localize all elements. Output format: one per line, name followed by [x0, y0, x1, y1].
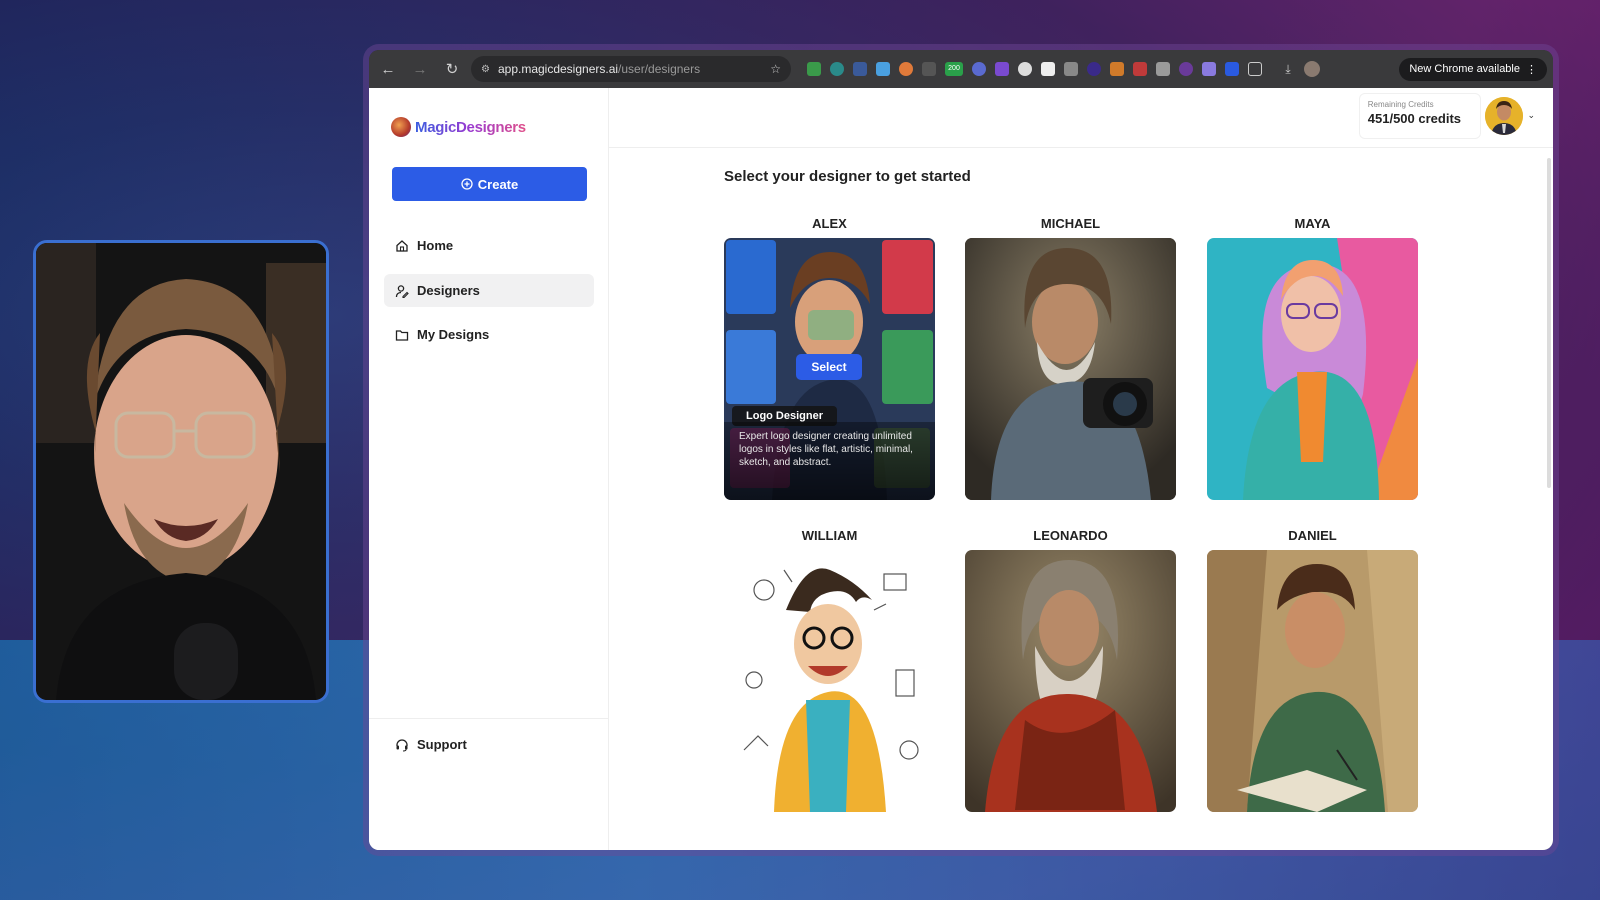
headset-icon [396, 738, 408, 752]
sidebar-item-my-designs[interactable]: My Designs [384, 318, 594, 351]
designer-card-leonardo[interactable]: LEONARDO [965, 528, 1176, 812]
designer-name: ALEX [812, 216, 847, 231]
logo-text: MagicDesigners [415, 118, 526, 136]
extension-icon[interactable] [853, 62, 867, 76]
designer-card-michael[interactable]: MICHAEL [965, 216, 1176, 500]
profile-avatar-icon[interactable] [1304, 61, 1320, 77]
download-icon[interactable]: ⤓ [1281, 62, 1295, 76]
page-scrollbar[interactable] [1547, 158, 1551, 488]
extension-icon[interactable] [1225, 62, 1239, 76]
designer-card-daniel[interactable]: DANIEL [1207, 528, 1418, 812]
credits-value: 451/500 credits [1367, 111, 1461, 126]
designers-icon [395, 284, 409, 298]
designer-portrait[interactable]: Select Logo Designer Expert logo designe… [724, 238, 935, 500]
sidebar-item-label: My Designs [417, 327, 490, 342]
credits-label: Remaining Credits [1367, 100, 1434, 109]
chevron-down-icon[interactable]: ⌄ [1527, 110, 1535, 121]
extension-icon[interactable] [1064, 62, 1078, 76]
designer-name: WILLIAM [801, 528, 858, 543]
browser-toolbar: ← → ↻ ⚙ app.magicdesigners.ai/user/desig… [369, 50, 1553, 88]
sidebar-item-label: Designers [417, 283, 480, 298]
sidebar-divider [369, 718, 609, 719]
designer-portrait[interactable] [1207, 238, 1418, 500]
extension-icon[interactable] [1087, 62, 1101, 76]
designer-card-alex[interactable]: ALEX Select Logo Designer Expert logo de… [724, 216, 935, 500]
extension-icon[interactable] [972, 62, 986, 76]
new-chrome-label: New Chrome available [1409, 63, 1520, 75]
puzzle-icon[interactable] [1248, 62, 1262, 76]
extension-icon[interactable] [899, 62, 913, 76]
designer-card-maya[interactable]: MAYA [1207, 216, 1418, 500]
browser-window: ← → ↻ ⚙ app.magicdesigners.ai/user/desig… [369, 50, 1553, 850]
extension-badge-icon[interactable]: 200 [945, 62, 963, 76]
url-domain: app.magicdesigners.ai [497, 62, 619, 76]
logo-mark-icon [391, 117, 411, 137]
folder-icon [395, 329, 409, 341]
designer-name: LEONARDO [1033, 528, 1108, 543]
back-icon[interactable]: ← [375, 56, 401, 82]
user-avatar[interactable] [1485, 97, 1523, 135]
web-page: MagicDesigners Create Home Designers My … [369, 88, 1553, 850]
extension-icon[interactable] [1202, 62, 1216, 76]
site-settings-icon[interactable]: ⚙ [481, 64, 490, 75]
support-label: Support [417, 737, 467, 752]
designer-portrait[interactable] [1207, 550, 1418, 812]
extension-icon[interactable] [1156, 62, 1170, 76]
sidebar-item-designers[interactable]: Designers [384, 274, 594, 307]
extension-icon[interactable] [1018, 62, 1032, 76]
home-icon [396, 239, 408, 252]
extension-icon[interactable] [1110, 62, 1124, 76]
top-header: Remaining Credits 451/500 credits ⌄ [609, 88, 1553, 148]
select-button[interactable]: Select [796, 354, 862, 380]
extension-icon[interactable] [1133, 62, 1147, 76]
designer-description: Expert logo designer creating unlimited … [724, 422, 935, 500]
sidebar-item-label: Home [417, 238, 454, 253]
extension-icon[interactable] [995, 62, 1009, 76]
sidebar: MagicDesigners Create Home Designers My … [369, 88, 609, 850]
new-chrome-button[interactable]: New Chrome available ⋮ [1399, 57, 1547, 81]
extension-icon[interactable] [830, 62, 844, 76]
reload-icon[interactable]: ↻ [439, 56, 465, 82]
designer-portrait[interactable] [965, 238, 1176, 500]
bookmark-star-icon[interactable]: ☆ [770, 62, 781, 76]
webcam-feed [33, 240, 329, 703]
extensions-row: 200 ⤓ [807, 61, 1320, 77]
extension-icon[interactable] [1041, 62, 1055, 76]
designer-name: MAYA [1294, 216, 1331, 231]
extension-icon[interactable] [876, 62, 890, 76]
credits-display: Remaining Credits 451/500 credits [1368, 100, 1461, 126]
forward-icon[interactable]: → [407, 56, 433, 82]
designer-portrait[interactable] [965, 550, 1176, 812]
extension-icon[interactable] [807, 62, 821, 76]
designer-portrait[interactable] [724, 550, 935, 812]
designer-name: MICHAEL [1040, 216, 1101, 231]
url-path: /user/designers [618, 62, 701, 76]
create-label: Create [477, 176, 519, 192]
extension-icon[interactable] [922, 62, 936, 76]
address-bar[interactable]: ⚙ app.magicdesigners.ai/user/designers ☆ [471, 56, 791, 82]
plus-circle-icon [461, 178, 473, 190]
page-title: Select your designer to get started [724, 168, 971, 185]
create-button[interactable]: Create [392, 167, 587, 201]
app-logo[interactable]: MagicDesigners [391, 117, 526, 137]
kebab-menu-icon: ⋮ [1526, 63, 1537, 76]
designer-name: DANIEL [1288, 528, 1337, 543]
sidebar-item-home[interactable]: Home [384, 229, 594, 262]
extension-icon[interactable] [1179, 62, 1193, 76]
support-button[interactable]: Support [384, 728, 594, 761]
designer-card-william[interactable]: WILLIAM [724, 528, 935, 812]
